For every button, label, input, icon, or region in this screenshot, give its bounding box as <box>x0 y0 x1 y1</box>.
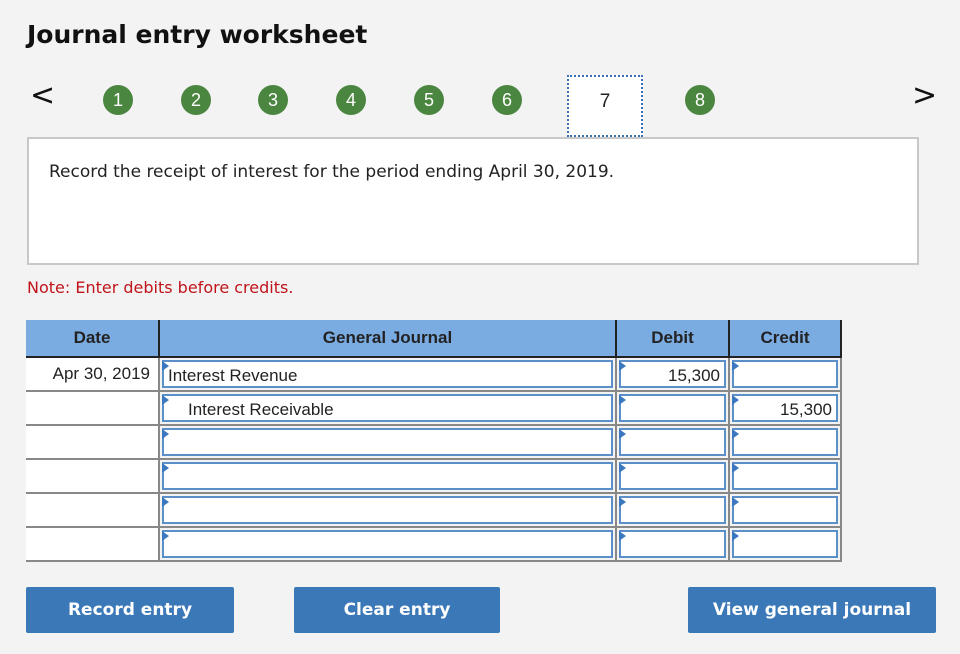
date-cell[interactable] <box>26 391 160 426</box>
debit-cell <box>616 391 730 426</box>
date-cell[interactable]: Apr 30, 2019 <box>26 357 160 392</box>
account-cell <box>159 425 617 460</box>
step-2-button[interactable]: 2 <box>181 85 211 115</box>
header-debit: Debit <box>616 320 730 358</box>
debit-input[interactable] <box>619 394 726 422</box>
credit-cell: 15,300 <box>729 391 842 426</box>
table-row <box>26 459 842 494</box>
account-input[interactable]: Interest Receivable <box>162 394 613 422</box>
table-row <box>26 425 842 460</box>
table-row <box>26 527 842 562</box>
header-general-journal: General Journal <box>159 320 617 358</box>
prompt-text: Record the receipt of interest for the p… <box>49 162 615 182</box>
prompt-box: Record the receipt of interest for the p… <box>27 137 919 265</box>
account-input[interactable] <box>162 530 613 558</box>
account-cell <box>159 493 617 528</box>
view-general-journal-button[interactable]: View general journal <box>688 587 936 633</box>
credit-input[interactable] <box>732 496 838 524</box>
step-5-button[interactable]: 5 <box>414 85 444 115</box>
debit-cell <box>616 493 730 528</box>
debit-cell: 15,300 <box>616 357 730 392</box>
date-cell[interactable] <box>26 459 160 494</box>
debit-cell <box>616 527 730 562</box>
page-title: Journal entry worksheet <box>27 20 368 49</box>
credit-input[interactable] <box>732 360 838 388</box>
debit-input[interactable] <box>619 462 726 490</box>
table-row: Apr 30, 2019 Interest Revenue 15,300 <box>26 357 842 392</box>
table-row <box>26 493 842 528</box>
step-current-tab[interactable]: 7 <box>567 75 643 137</box>
debit-input[interactable] <box>619 496 726 524</box>
note-text: Note: Enter debits before credits. <box>27 278 294 297</box>
account-cell <box>159 459 617 494</box>
step-6-button[interactable]: 6 <box>492 85 522 115</box>
step-1-button[interactable]: 1 <box>103 85 133 115</box>
credit-cell <box>729 425 842 460</box>
debit-input[interactable]: 15,300 <box>619 360 726 388</box>
step-8-button[interactable]: 8 <box>685 85 715 115</box>
account-cell <box>159 527 617 562</box>
header-date: Date <box>26 320 160 358</box>
credit-cell <box>729 527 842 562</box>
header-credit: Credit <box>729 320 842 358</box>
account-cell: Interest Revenue <box>159 357 617 392</box>
next-arrow-icon[interactable]: > <box>912 78 937 113</box>
step-3-button[interactable]: 3 <box>258 85 288 115</box>
credit-input[interactable] <box>732 428 838 456</box>
date-cell[interactable] <box>26 527 160 562</box>
account-cell: Interest Receivable <box>159 391 617 426</box>
account-input[interactable] <box>162 428 613 456</box>
debit-cell <box>616 459 730 494</box>
account-input[interactable]: Interest Revenue <box>162 360 613 388</box>
journal-table: Date General Journal Debit Credit Apr 30… <box>26 320 842 562</box>
record-entry-button[interactable]: Record entry <box>26 587 234 633</box>
account-input[interactable] <box>162 462 613 490</box>
date-cell[interactable] <box>26 425 160 460</box>
credit-input[interactable] <box>732 530 838 558</box>
debit-input[interactable] <box>619 428 726 456</box>
date-cell[interactable] <box>26 493 160 528</box>
account-input[interactable] <box>162 496 613 524</box>
credit-cell <box>729 493 842 528</box>
prev-arrow-icon[interactable]: < <box>30 78 55 113</box>
debit-cell <box>616 425 730 460</box>
clear-entry-button[interactable]: Clear entry <box>294 587 500 633</box>
credit-input[interactable] <box>732 462 838 490</box>
credit-cell <box>729 357 842 392</box>
credit-input[interactable]: 15,300 <box>732 394 838 422</box>
table-row: Interest Receivable 15,300 <box>26 391 842 426</box>
credit-cell <box>729 459 842 494</box>
debit-input[interactable] <box>619 530 726 558</box>
step-4-button[interactable]: 4 <box>336 85 366 115</box>
